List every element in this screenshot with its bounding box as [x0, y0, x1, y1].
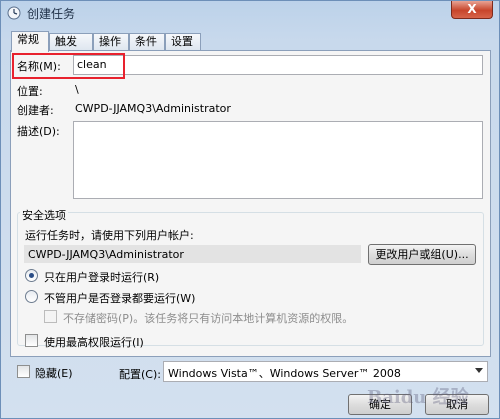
hidden-checkbox[interactable]	[17, 365, 30, 378]
security-options-title: 安全选项	[20, 207, 68, 223]
highest-privileges-checkbox[interactable]	[25, 334, 38, 347]
configure-label: 配置(C):	[119, 368, 161, 381]
name-field[interactable]: clean	[73, 55, 483, 75]
author-value: CWPD-JJAMQ3\Administrator	[75, 102, 231, 115]
create-task-window: 创建任务 X 常规 触发器 操作 条件 设置 名称(M): clean 位置: …	[0, 0, 500, 419]
do-not-store-password-label: 不存储密码(P)。该任务将只有访问本地计算机资源的权限。	[63, 312, 354, 325]
description-field[interactable]	[73, 121, 483, 199]
highest-privileges-label[interactable]: 使用最高权限运行(I)	[44, 334, 144, 350]
radio-run-logged-on-label[interactable]: 只在用户登录时运行(R)	[44, 269, 159, 285]
author-label: 创建者:	[17, 104, 54, 117]
clock-icon	[7, 6, 21, 20]
close-button[interactable]: X	[451, 1, 493, 19]
tab-settings[interactable]: 设置	[165, 33, 201, 51]
radio-run-whether-logged-label[interactable]: 不管用户是否登录都要运行(W)	[44, 290, 195, 306]
tab-general[interactable]: 常规	[11, 31, 49, 52]
chevron-down-icon	[475, 368, 483, 373]
tab-conditions[interactable]: 条件	[129, 33, 165, 51]
configure-select[interactable]: Windows Vista™、Windows Server™ 2008	[163, 361, 488, 382]
do-not-store-password-checkbox[interactable]	[44, 310, 57, 323]
description-label: 描述(D):	[17, 125, 60, 138]
window-title: 创建任务	[27, 7, 76, 21]
tab-actions[interactable]: 操作	[93, 33, 129, 51]
radio-run-logged-on[interactable]	[25, 269, 38, 282]
name-field-highlight	[12, 53, 125, 79]
location-label: 位置:	[17, 85, 43, 98]
radio-run-whether-logged[interactable]	[25, 290, 38, 303]
location-value: \	[75, 83, 79, 96]
user-account-field: CWPD-JJAMQ3\Administrator	[24, 245, 361, 263]
watermark: Baidu 经验	[367, 387, 469, 408]
hidden-label[interactable]: 隐藏(E)	[35, 365, 73, 381]
configure-select-value: Windows Vista™、Windows Server™ 2008	[168, 367, 401, 380]
change-user-button[interactable]: 更改用户或组(U)...	[368, 244, 476, 265]
general-tab-panel: 名称(M): clean 位置: \ 创建者: CWPD-JJAMQ3\Admi…	[10, 50, 491, 357]
run-as-label: 运行任务时，请使用下列用户帐户:	[25, 229, 194, 242]
title-bar[interactable]: 创建任务 X	[1, 1, 499, 25]
tab-triggers[interactable]: 触发器	[49, 33, 93, 64]
